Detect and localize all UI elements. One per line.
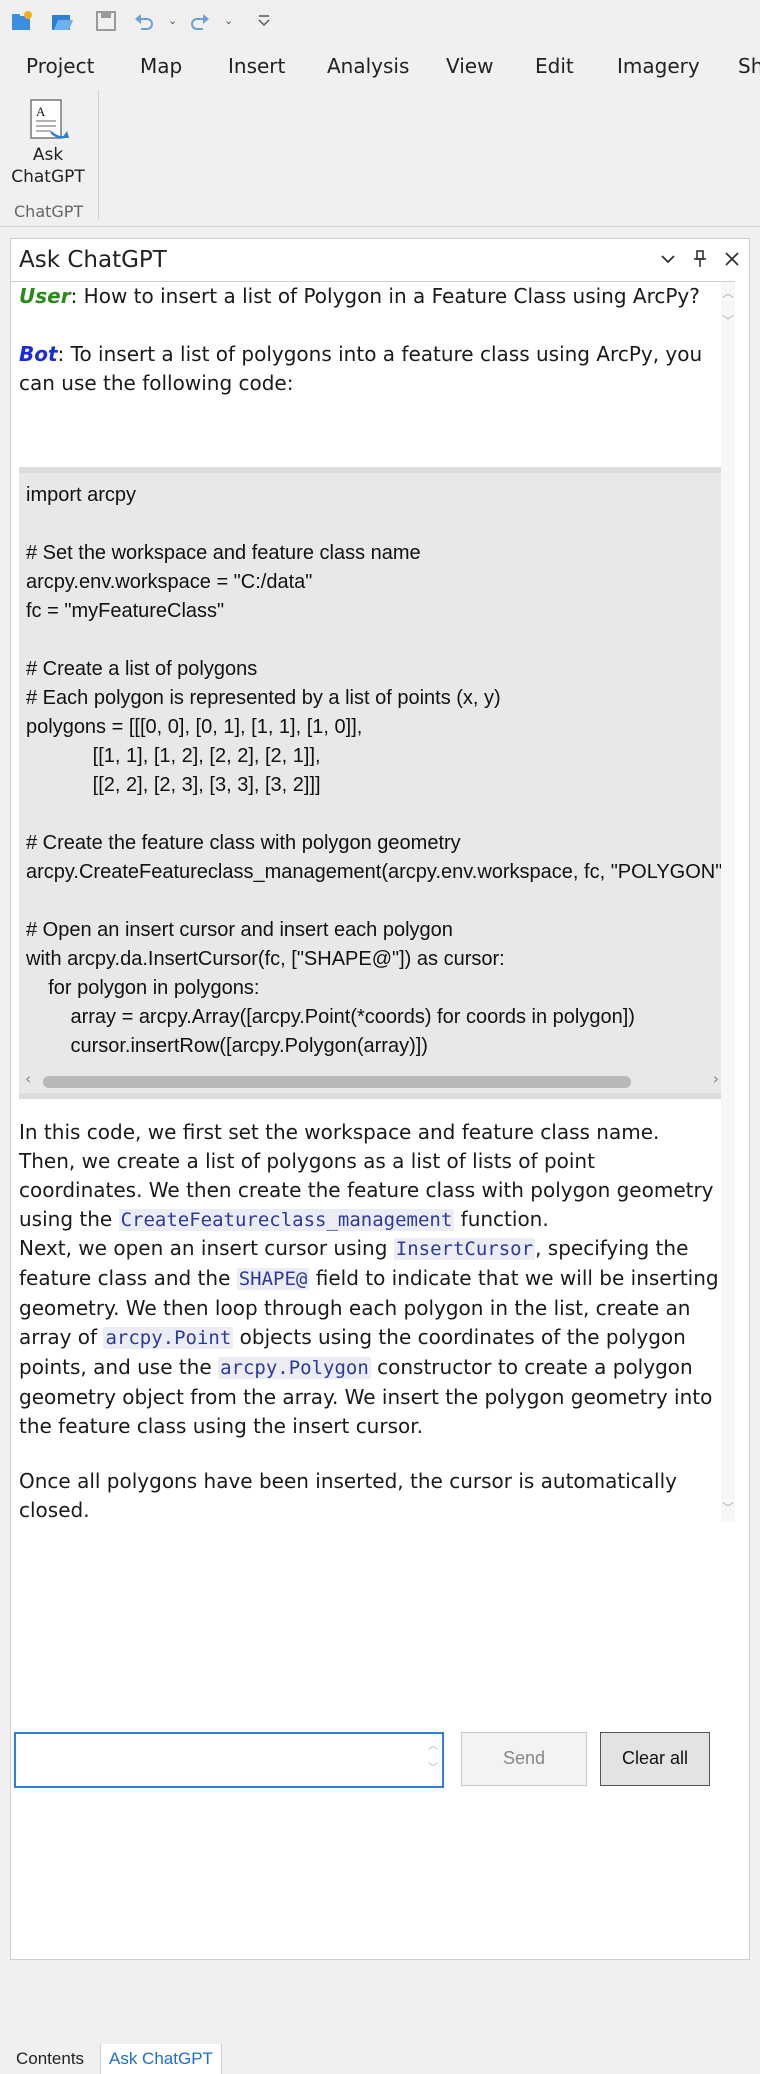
para2-text-a: Next, we open an insert cursor using [19,1236,394,1260]
tab-ask-chatgpt[interactable]: Ask ChatGPT [100,2044,222,2074]
explanation-paragraph-1: In this code, we first set the workspace… [19,1118,719,1235]
prompt-input-box[interactable]: ︿ ﹀ [14,1732,444,1788]
tab-share[interactable]: Sh [738,54,760,78]
explanation-paragraph-2: Next, we open an insert cursor using Ins… [19,1234,719,1441]
user-message-text: : How to insert a list of Polygon in a F… [70,284,700,308]
bottom-pane-tabs: Contents Ask ChatGPT [0,2044,760,2074]
user-label: User [19,284,71,308]
quick-access-toolbar: ⌄ ⌄ [0,0,760,44]
inline-code-arcpy-point: arcpy.Point [103,1327,234,1349]
ribbon-tabs: Project Map Insert Analysis View Edit Im… [0,48,760,84]
open-project-icon[interactable] [50,9,74,33]
options-chevron-icon[interactable] [659,247,677,271]
ribbon-panel: A Ask ChatGPT ChatGPT [0,86,760,227]
ask-chatgpt-button[interactable]: A Ask ChatGPT [8,92,88,202]
ribbon-group-label: ChatGPT [14,202,84,221]
tab-insert[interactable]: Insert [228,54,285,78]
scroll-up-icon-2[interactable]: ﹀ [722,312,734,329]
ribbon-group-divider [98,90,99,220]
code-horizontal-scrollbar[interactable]: ‹ › [19,1067,727,1093]
code-block[interactable]: import arcpy # Set the workspace and fea… [19,467,727,1099]
inline-code-shape: SHAPE@ [236,1268,310,1290]
tab-contents[interactable]: Contents [8,2044,92,2074]
undo-icon[interactable] [132,9,156,33]
send-button[interactable]: Send [461,1732,587,1786]
undo-dropdown-icon[interactable]: ⌄ [168,14,177,27]
scroll-down-icon[interactable]: ﹀ [722,1499,734,1516]
chat-transcript[interactable]: User: How to insert a list of Polygon in… [11,281,735,1522]
code-text: import arcpy # Set the workspace and fea… [26,484,727,1057]
inline-code-createfeatureclass: CreateFeatureclass_management [118,1209,455,1231]
para1-text-b: function. [454,1207,549,1231]
tab-analysis[interactable]: Analysis [327,54,409,78]
redo-dropdown-icon[interactable]: ⌄ [224,14,233,27]
user-message: User: How to insert a list of Polygon in… [19,282,719,311]
input-spinner-icon[interactable]: ︿ ﹀ [428,1736,438,1780]
ask-button-label-line2: ChatGPT [11,167,85,187]
scroll-up-icon[interactable]: ︿ [722,284,734,301]
close-icon[interactable] [723,247,741,271]
tab-view[interactable]: View [446,54,493,78]
tab-imagery[interactable]: Imagery [617,54,700,78]
bot-label: Bot [19,342,58,366]
scrollbar-thumb[interactable] [43,1076,631,1088]
pin-icon[interactable] [691,247,709,271]
explanation-paragraph-3: Once all polygons have been inserted, th… [19,1469,678,1522]
ask-chatgpt-pane: Ask ChatGPT User: How to insert a list o… [10,238,750,1960]
scroll-left-icon[interactable]: ‹ [25,1069,31,1088]
ask-chatgpt-icon: A [25,98,71,144]
tab-project[interactable]: Project [26,54,94,78]
tab-map[interactable]: Map [140,54,182,78]
inline-code-insertcursor: InsertCursor [393,1238,536,1260]
bot-intro-text: : To insert a list of polygons into a fe… [19,342,703,395]
bot-message: Bot: To insert a list of polygons into a… [19,340,719,398]
customize-icon[interactable] [252,9,276,33]
svg-text:A: A [36,104,46,119]
pane-title: Ask ChatGPT [19,247,167,273]
prompt-input[interactable] [16,1734,428,1784]
ask-button-label-line1: Ask [32,145,64,165]
clear-all-button[interactable]: Clear all [600,1732,710,1786]
chat-vertical-scrollbar[interactable]: ︿ ﹀ ﹀ [721,282,735,1522]
redo-icon[interactable] [188,9,212,33]
inline-code-arcpy-polygon: arcpy.Polygon [218,1357,371,1379]
tab-edit[interactable]: Edit [535,54,574,78]
new-project-icon[interactable] [10,9,34,33]
pane-controls [659,247,741,271]
save-icon[interactable] [94,9,118,33]
scroll-right-icon[interactable]: › [713,1069,719,1088]
